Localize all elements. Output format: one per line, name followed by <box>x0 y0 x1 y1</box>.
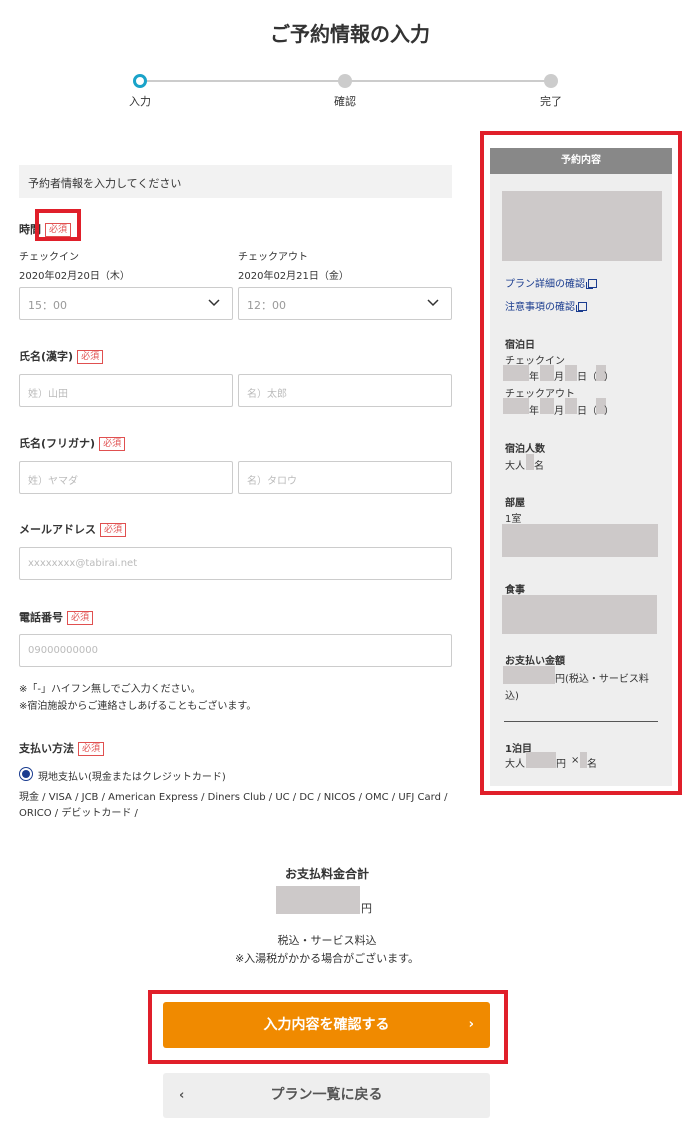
payment-option-label[interactable]: 現地支払い(現金またはクレジットカード) <box>38 768 226 783</box>
back-button-label: プラン一覧に戻る <box>270 1087 383 1103</box>
first-name-kana-input[interactable]: 名）タロウ <box>238 461 452 494</box>
total-unit: 円 <box>361 902 372 915</box>
checkout-time-select[interactable]: 12：00 <box>238 287 452 320</box>
checkin-time-value: 15：00 <box>28 299 67 312</box>
phone-label: 電話番号 必須 <box>19 609 94 625</box>
accepted-cards: 現金 / VISA / JCB / American Express / Din… <box>19 792 448 819</box>
checkin-time-select[interactable]: 15：00 <box>19 287 233 320</box>
form-header: 予約者情報を入力してください <box>19 165 452 198</box>
required-badge: 必須 <box>67 611 94 625</box>
chevron-down-icon <box>208 299 220 307</box>
phone-note-contact: ※宿泊施設からご連絡さしあげることもございます。 <box>19 701 257 712</box>
checkin-label: チェックイン <box>19 252 79 263</box>
placeholder: xxxxxxxx@tabirai.net <box>28 558 138 569</box>
total-amount-redacted <box>276 886 360 914</box>
step-label-complete: 完了 <box>540 95 562 108</box>
step-label-input: 入力 <box>129 95 151 108</box>
email-label-text: メールアドレス <box>19 523 96 536</box>
total-label: お支払料金合計 <box>284 867 369 881</box>
highlight-box-required <box>35 209 81 241</box>
email-input[interactable]: xxxxxxxx@tabirai.net <box>19 547 452 580</box>
name-kanji-label-text: 氏名(漢字) <box>19 350 74 363</box>
step-dot-input <box>133 74 147 88</box>
tax-included-note: 税込・サービス料込 <box>277 934 377 947</box>
last-name-kanji-input[interactable]: 姓）山田 <box>19 374 233 407</box>
page-title: ご予約情報の入力 <box>270 22 430 46</box>
step-label-confirm: 確認 <box>334 95 356 108</box>
required-badge: 必須 <box>77 350 104 364</box>
payment-method-label-text: 支払い方法 <box>19 742 74 755</box>
name-kanji-label: 氏名(漢字) 必須 <box>19 348 104 364</box>
name-kana-label: 氏名(フリガナ) 必須 <box>19 435 126 451</box>
chevron-down-icon <box>427 299 439 307</box>
tax-note: 税込・サービス料込 ※入湯税がかかる場合がございます。 <box>0 932 654 968</box>
first-name-kanji-input[interactable]: 名）太郎 <box>238 374 452 407</box>
payment-method-label: 支払い方法 必須 <box>19 740 105 756</box>
phone-input[interactable]: 09000000000 <box>19 634 452 667</box>
radio-selected-icon[interactable] <box>19 767 33 781</box>
checkout-label: チェックアウト <box>238 252 308 263</box>
chevron-left-icon: ‹ <box>179 1088 185 1103</box>
bath-tax-note: ※入湯税がかかる場合がございます。 <box>234 952 420 965</box>
placeholder: 姓）山田 <box>28 389 68 400</box>
step-dot-complete <box>544 74 558 88</box>
checkin-date: 2020年02月20日（木） <box>19 271 130 282</box>
highlight-box-confirm <box>148 990 508 1064</box>
highlight-box-sidebar <box>480 131 682 795</box>
placeholder: 姓）ヤマダ <box>28 476 78 487</box>
email-label: メールアドレス 必須 <box>19 521 127 537</box>
placeholder: 09000000000 <box>28 645 98 656</box>
placeholder: 名）タロウ <box>247 476 297 487</box>
checkout-time-value: 12：00 <box>247 299 286 312</box>
required-badge: 必須 <box>99 437 126 451</box>
checkout-date: 2020年02月21日（金） <box>238 271 349 282</box>
step-dot-confirm <box>338 74 352 88</box>
phone-label-text: 電話番号 <box>19 611 63 624</box>
placeholder: 名）太郎 <box>247 389 287 400</box>
required-badge: 必須 <box>78 742 105 756</box>
required-badge: 必須 <box>100 523 127 537</box>
phone-note-hyphen: ※「-」ハイフン無しでご入力ください。 <box>19 684 201 695</box>
name-kana-label-text: 氏名(フリガナ) <box>19 437 96 450</box>
back-to-plans-button[interactable]: ‹ プラン一覧に戻る <box>163 1073 490 1118</box>
last-name-kana-input[interactable]: 姓）ヤマダ <box>19 461 233 494</box>
